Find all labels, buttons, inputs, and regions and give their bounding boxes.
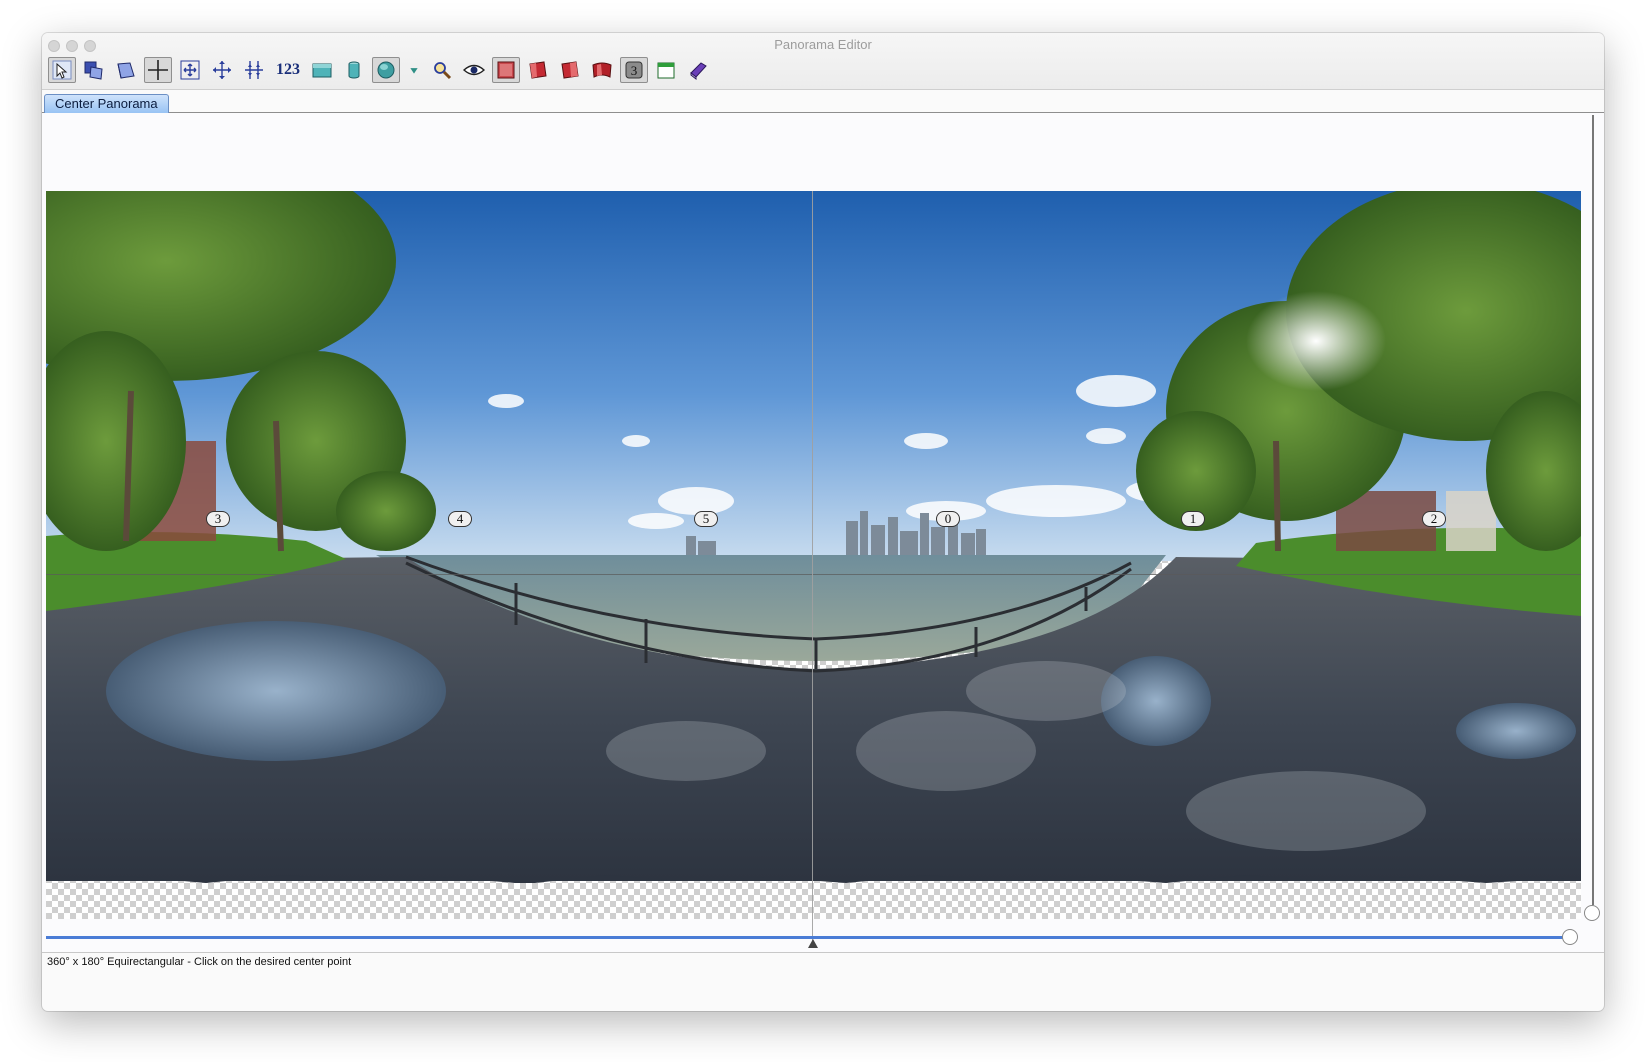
cylindrical-button[interactable]	[340, 57, 368, 83]
sphere-icon	[377, 61, 395, 79]
cylinder-icon	[348, 61, 360, 79]
mask-3-button[interactable]	[556, 57, 584, 83]
marker-3[interactable]: 3	[206, 511, 230, 527]
mask-1-button[interactable]	[492, 57, 520, 83]
panorama-editor-window: Panorama Editor 1 23 3 Center Panorama 3 …	[42, 33, 1604, 1011]
panorama-canvas-area[interactable]: 3 4 5 0 1 2	[42, 113, 1604, 952]
red-flag-icon	[529, 61, 547, 79]
tab-center-panorama[interactable]: Center Panorama	[44, 94, 169, 113]
straighten-button[interactable]	[240, 57, 268, 83]
center-point-button[interactable]	[208, 57, 236, 83]
rectangle-projection-icon	[312, 63, 332, 78]
horizontal-scrollbar[interactable]	[46, 936, 1572, 939]
status-bar: 360° x 180° Equirectangular - Click on t…	[42, 952, 1604, 973]
tab-bar: Center Panorama	[42, 90, 1604, 113]
red-flag-half-icon	[561, 61, 579, 79]
horizon-line	[46, 574, 1581, 575]
book-button[interactable]	[684, 57, 712, 83]
fit-button[interactable]	[176, 57, 204, 83]
layer-icon	[117, 62, 135, 79]
panorama-image[interactable]: 3 4 5 0 1 2	[46, 191, 1581, 919]
red-square-icon	[497, 61, 515, 79]
fit-expand-icon	[180, 60, 200, 80]
preview-button[interactable]	[460, 57, 488, 83]
magnifier-icon	[434, 62, 452, 80]
zoom-button[interactable]	[428, 57, 456, 83]
straighten-icon	[245, 61, 263, 79]
projection-dropdown[interactable]	[404, 57, 424, 83]
eye-icon	[463, 64, 485, 76]
layer-3-label: 3	[631, 63, 638, 78]
crosshair-icon	[148, 60, 168, 80]
center-line	[812, 191, 813, 943]
stacked-images-icon	[84, 61, 103, 80]
select-tool-button[interactable]	[48, 57, 76, 83]
marker-4[interactable]: 4	[448, 511, 472, 527]
layer-3-button[interactable]: 3	[620, 57, 648, 83]
mask-2-button[interactable]	[524, 57, 552, 83]
triangle-down-icon	[410, 68, 418, 74]
spherical-button[interactable]	[372, 57, 400, 83]
window-title: Panorama Editor	[774, 37, 872, 52]
status-text: 360° x 180° Equirectangular - Click on t…	[47, 956, 352, 968]
number-3-icon: 3	[625, 61, 643, 79]
center-move-icon	[213, 61, 231, 79]
book-icon	[690, 62, 707, 81]
toolbar: 123 3	[48, 55, 716, 85]
crosshair-button[interactable]	[144, 57, 172, 83]
arrow-select-icon	[52, 60, 72, 80]
transparent-area	[46, 883, 1581, 919]
equirectangular-image	[46, 191, 1581, 884]
window-button[interactable]	[652, 57, 680, 83]
center-marker-icon[interactable]	[808, 939, 818, 948]
vertical-scrollbar[interactable]	[1592, 115, 1594, 905]
marker-0[interactable]: 0	[936, 511, 960, 527]
red-wave-icon	[592, 62, 612, 78]
horizontal-scroll-knob[interactable]	[1562, 929, 1578, 945]
move-image-button[interactable]	[80, 57, 108, 83]
rectilinear-button[interactable]	[308, 57, 336, 83]
image-layer-button[interactable]	[112, 57, 140, 83]
window-icon	[657, 62, 675, 79]
vertical-scroll-knob[interactable]	[1584, 905, 1600, 921]
numbers-button-label: 123	[276, 61, 300, 78]
mask-4-button[interactable]	[588, 57, 616, 83]
numbers-button[interactable]: 123	[272, 57, 304, 83]
marker-5[interactable]: 5	[694, 511, 718, 527]
marker-2[interactable]: 2	[1422, 511, 1446, 527]
marker-1[interactable]: 1	[1181, 511, 1205, 527]
title-bar: Panorama Editor 123 3	[42, 33, 1604, 90]
